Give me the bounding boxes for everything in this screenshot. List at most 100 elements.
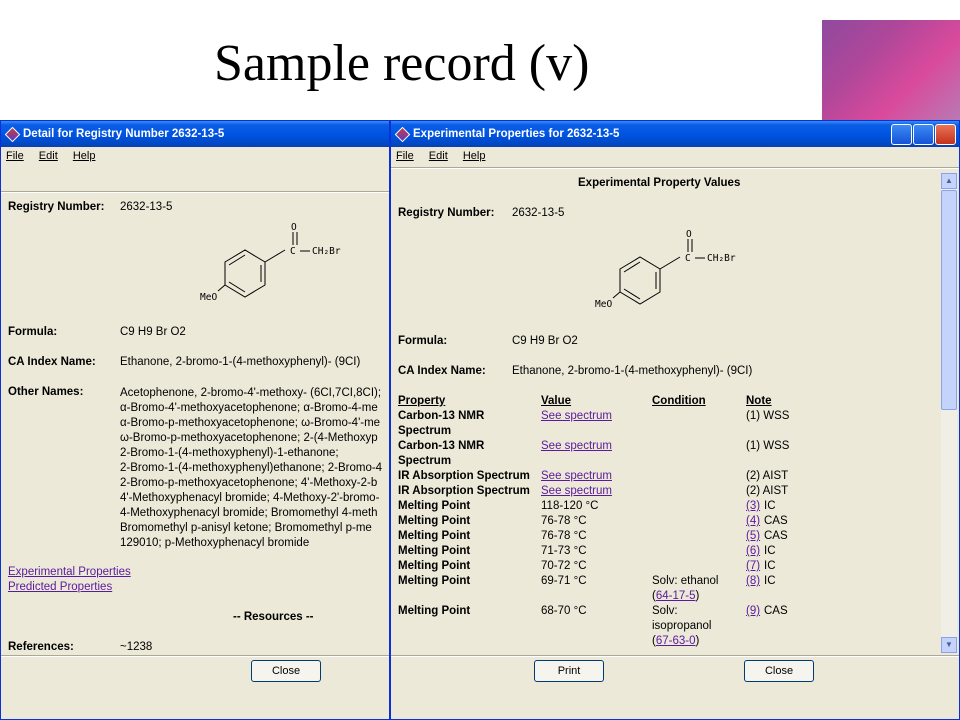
- other-name: 4'-Methoxyphenacyl bromide; 4-Methoxy-2'…: [120, 492, 380, 504]
- experimental-window: Experimental Properties for 2632-13-5 Fi…: [390, 120, 960, 720]
- see-spectrum-link[interactable]: See spectrum: [541, 485, 612, 497]
- close-button[interactable]: Close: [251, 660, 321, 682]
- condition-text: Solv:: [652, 605, 678, 617]
- other-names-label: Other Names:: [8, 386, 84, 398]
- property-value: 70-72 °C: [541, 560, 587, 572]
- col-header-property: Property: [398, 395, 446, 407]
- close-button[interactable]: Close: [744, 660, 814, 682]
- note-reference-link[interactable]: (8): [746, 575, 760, 587]
- menu-file[interactable]: File: [396, 150, 414, 162]
- cas-link-isopropanol[interactable]: 67-63-0: [656, 635, 696, 647]
- note-text: (2) AIST: [746, 485, 789, 497]
- menu-help[interactable]: Help: [73, 150, 96, 162]
- vertical-scrollbar[interactable]: ▲ ▼: [941, 173, 957, 653]
- experimental-window-title: Experimental Properties for 2632-13-5: [413, 128, 620, 140]
- other-names-list: Acetophenone, 2-bromo-4'-methoxy- (6CI,7…: [120, 386, 382, 551]
- note-reference-link[interactable]: (4): [746, 515, 760, 527]
- atom-meo: MeO: [200, 292, 217, 303]
- other-name: 2-Bromo-1-(4-methoxyphenyl)ethanone; 2-B…: [120, 462, 383, 474]
- other-name: 2-Bromo-1-(4-methoxyphenyl)-1-ethanone;: [120, 447, 339, 459]
- property-name: Melting Point: [398, 530, 471, 542]
- ca-index-label: CA Index Name:: [8, 356, 96, 368]
- app-diamond-icon: [4, 126, 21, 143]
- paren-close: ): [695, 590, 700, 602]
- note-text: (1) WSS: [746, 410, 790, 422]
- atom-carbon: C: [290, 246, 296, 257]
- cas-link-ethanol[interactable]: 64-17-5: [656, 590, 696, 602]
- other-name: 4-Methoxyphenacyl bromide; Bromomethyl 4…: [120, 507, 378, 519]
- note-text: (1) WSS: [746, 440, 790, 452]
- ca-index-value: Ethanone, 2-bromo-1-(4-methoxyphenyl)- (…: [120, 356, 361, 368]
- see-spectrum-link[interactable]: See spectrum: [541, 470, 612, 482]
- maximize-button[interactable]: [913, 124, 934, 145]
- menu-help[interactable]: Help: [463, 150, 486, 162]
- note-reference-link[interactable]: (5): [746, 530, 760, 542]
- atom-ch2br: CH₂Br: [707, 253, 736, 264]
- property-value: 71-73 °C: [541, 545, 587, 557]
- property-name: Carbon-13 NMR: [398, 410, 485, 422]
- col-header-value: Value: [541, 395, 572, 407]
- detail-window: Detail for Registry Number 2632-13-5 Fil…: [0, 120, 390, 720]
- detail-window-titlebar[interactable]: Detail for Registry Number 2632-13-5: [1, 121, 389, 147]
- condition-text: isopropanol: [652, 620, 712, 632]
- experimental-menubar: File Edit Help: [391, 147, 959, 165]
- note-text: (2) AIST: [746, 470, 789, 482]
- property-name: Melting Point: [398, 500, 471, 512]
- formula-value: C9 H9 Br O2: [512, 335, 578, 347]
- menu-edit[interactable]: Edit: [429, 150, 448, 162]
- note-reference-link[interactable]: (9): [746, 605, 760, 617]
- experimental-window-titlebar[interactable]: Experimental Properties for 2632-13-5: [391, 121, 959, 147]
- other-name: ω-Bromo-p-methoxyacetophenone; 2-(4-Meth…: [120, 432, 378, 444]
- condition-text: Solv: ethanol: [652, 575, 719, 587]
- see-spectrum-link[interactable]: See spectrum: [541, 410, 612, 422]
- slide-title: Sample record (v): [214, 35, 590, 92]
- other-name: Acetophenone, 2-bromo-4'-methoxy- (6CI,7…: [120, 387, 382, 399]
- footer-separator: [391, 655, 959, 657]
- ca-index-label: CA Index Name:: [398, 365, 486, 377]
- formula-label: Formula:: [398, 335, 448, 347]
- property-name: Melting Point: [398, 545, 471, 557]
- registry-label: Registry Number:: [8, 201, 105, 213]
- registry-value: 2632-13-5: [120, 201, 173, 213]
- other-name: 129010; p-Methoxyphenacyl bromide: [120, 537, 310, 549]
- other-name: Bromomethyl p-anisyl ketone; Bromomethyl…: [120, 522, 372, 534]
- registry-value: 2632-13-5: [512, 207, 565, 219]
- col-header-note: Note: [746, 395, 772, 407]
- property-name: Carbon-13 NMR: [398, 440, 485, 452]
- condition-cas-ref: (67-63-0): [652, 635, 699, 647]
- window-close-button[interactable]: [935, 124, 956, 145]
- condition-cas-ref: (64-17-5): [652, 590, 699, 602]
- note-reference-link[interactable]: (3): [746, 500, 760, 512]
- formula-label: Formula:: [8, 326, 58, 338]
- note-text: IC: [764, 545, 776, 557]
- experimental-heading: Experimental Property Values: [578, 177, 741, 189]
- atom-ch2br: CH₂Br: [312, 246, 341, 257]
- toolbar-separator: [391, 167, 959, 169]
- property-value: 68-70 °C: [541, 605, 587, 617]
- scroll-down-button[interactable]: ▼: [941, 637, 957, 653]
- other-name: α-Bromo-4'-methoxyacetophenone; α-Bromo-…: [120, 402, 378, 414]
- predicted-properties-link[interactable]: Predicted Properties: [8, 581, 112, 593]
- property-value: 76-78 °C: [541, 530, 587, 542]
- scroll-thumb[interactable]: [941, 190, 957, 410]
- note-text: CAS: [764, 605, 788, 617]
- property-name: IR Absorption Spectrum: [398, 485, 530, 497]
- property-name: Spectrum: [398, 425, 452, 437]
- footer-separator: [1, 655, 389, 657]
- note-reference-link[interactable]: (6): [746, 545, 760, 557]
- property-name: Melting Point: [398, 515, 471, 527]
- print-button[interactable]: Print: [534, 660, 604, 682]
- other-name: 2-Bromo-p-methoxyacetophenone; 4'-Methox…: [120, 477, 378, 489]
- menu-edit[interactable]: Edit: [39, 150, 58, 162]
- minimize-button[interactable]: [891, 124, 912, 145]
- note-reference-link[interactable]: (7): [746, 560, 760, 572]
- references-value: ~1238: [120, 641, 153, 653]
- experimental-properties-link[interactable]: Experimental Properties: [8, 566, 131, 578]
- scroll-up-button[interactable]: ▲: [941, 173, 957, 189]
- see-spectrum-link[interactable]: See spectrum: [541, 440, 612, 452]
- property-name: Spectrum: [398, 455, 452, 467]
- menu-file[interactable]: File: [6, 150, 24, 162]
- paren-close: ): [695, 635, 700, 647]
- formula-value: C9 H9 Br O2: [120, 326, 186, 338]
- decorative-gradient-block: [822, 20, 960, 120]
